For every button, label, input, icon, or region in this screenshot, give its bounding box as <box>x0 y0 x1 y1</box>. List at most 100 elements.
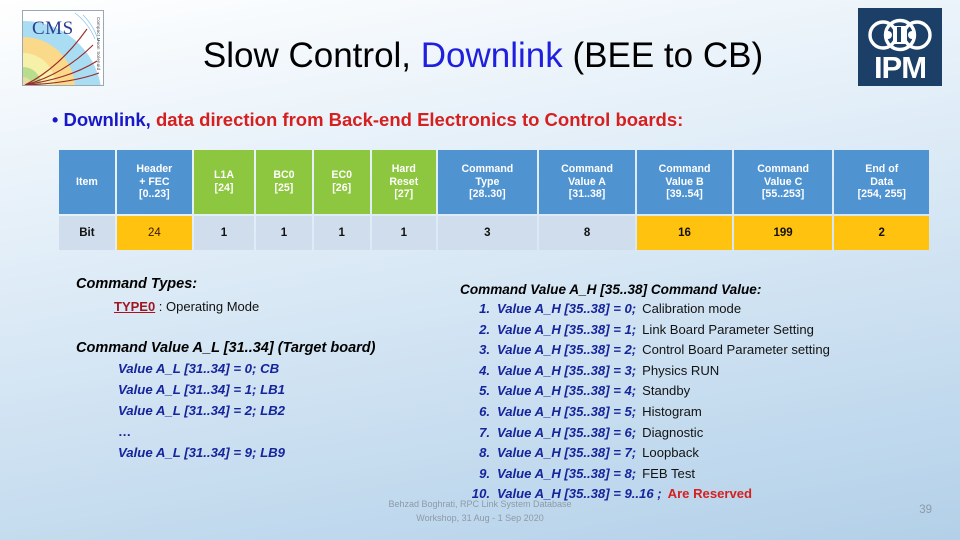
list-item: 1. Value A_H [35..38] = 0; Calibration mod… <box>460 299 960 320</box>
ipm-logo: IPM <box>858 8 942 86</box>
cms-logo-side-caption: Compact Muon Solenoid <box>96 17 101 71</box>
table-column-header-line: Command <box>561 163 613 176</box>
page-number: 39 <box>919 504 932 516</box>
command-value-ah-block: Command Value A_H [35..38] Command Value… <box>460 280 960 505</box>
table-column-header-line: [28..30] <box>469 188 506 201</box>
command-value-ah-list: 1. Value A_H [35..38] = 0; Calibration mod… <box>460 299 960 505</box>
table-column-header-line: [31..38] <box>568 188 606 201</box>
table-cell: 16 <box>637 216 732 250</box>
bit-allocation-table: Item Header + FEC [0..23] L1A [24] BC0 [25] EC0[… <box>57 148 931 252</box>
list-item-code: Value A_H [35..38] = 1; <box>497 321 637 337</box>
table-column-header-line: [39..54] <box>666 188 703 201</box>
table-column-header: End of Data [254, 255] <box>834 150 929 214</box>
list-item-number: 7. <box>479 424 490 440</box>
table-column-header: Item <box>59 150 115 214</box>
list-item-description: Diagnostic <box>642 424 704 440</box>
type0-description: : Operating Mode <box>155 299 260 314</box>
cms-logo-wordmark: CMS <box>32 18 74 39</box>
list-item-code: Value A_H [35..38] = 6; <box>497 424 637 440</box>
list-item-number: 4. <box>479 362 490 378</box>
list-item: 9. Value A_H [35..38] = 8; FEB Test <box>460 464 960 485</box>
table-cell: 3 <box>438 216 537 250</box>
table-column-header-line: [26] <box>332 182 352 194</box>
footer-line-2: Workshop, 31 Aug - 1 Sep 2020 <box>416 512 544 523</box>
table-column-header-line: Command <box>757 163 810 176</box>
table-column-header-line: Value B <box>665 175 704 188</box>
table-column-header-line: Command <box>658 163 711 176</box>
table-column-header-line: [24] <box>214 182 234 194</box>
list-item-number: 3. <box>479 342 490 358</box>
table-column-header-line: EC0 <box>331 169 353 182</box>
table-column-header-line: L1A <box>213 169 234 182</box>
list-item-number: 6. <box>479 403 490 419</box>
table-cell: 1 <box>371 216 436 250</box>
list-item-code: Value A_H [35..38] = 4; <box>497 383 637 399</box>
table-column-header: Command Value B [39..54] <box>637 150 732 214</box>
bullet-red-text: data direction from Back-end Electronics… <box>155 109 684 130</box>
ipm-logo-wordmark: IPM <box>873 50 927 85</box>
list-item-description: Link Board Parameter Setting <box>642 321 814 337</box>
list-item-number: 5. <box>479 383 490 399</box>
table-cell: 8 <box>538 216 636 250</box>
command-value-ah-heading: Command Value A_H [35..38] Command Value… <box>460 282 762 297</box>
command-types-block: Command Types: TYPE0 : Operating Mode Co… <box>76 274 476 463</box>
table-cell: 2 <box>834 216 929 250</box>
list-item: 8. Value A_H [35..38] = 7; Loopback <box>460 443 960 464</box>
table-column-header-line: Hard <box>391 163 416 176</box>
command-value-al-item: Value A_L [31..34] = 2; LB2 <box>118 403 285 418</box>
table-column-header-line: End of <box>865 163 899 176</box>
table-column-header: EC0 [26] <box>313 150 370 214</box>
table-column-header: Command Type [28..30] <box>438 150 537 214</box>
list-item-description: Standby <box>642 383 691 399</box>
page-title-part2: (BEE to CB) <box>562 36 764 75</box>
table-column-header-line: + FEC <box>139 175 170 188</box>
table-column-header-line: Reset <box>389 175 419 188</box>
table-column-header-line: BC0 <box>273 169 295 182</box>
list-item-number: 8. <box>479 445 490 461</box>
list-item-code: Value A_H [35..38] = 8; <box>497 465 637 481</box>
type0-line: TYPE0 : Operating Mode <box>114 297 476 316</box>
command-value-al-heading: Command Value A_L [31..34] (Target board… <box>76 340 376 356</box>
table-column-header: BC0 [25] <box>256 150 312 214</box>
list-item: 6. Value A_H [35..38] = 5; Histogram <box>460 402 960 423</box>
table-column-header-line: [25] <box>274 182 294 194</box>
list-item: 3. Value A_H [35..38] = 2; Control Board P… <box>460 340 960 361</box>
table-column-header: L1A [24] <box>193 150 255 214</box>
table-cell: 199 <box>733 216 833 250</box>
table-column-header-line: Data <box>870 175 894 188</box>
command-value-al-ellipsis: … <box>118 424 132 439</box>
bullet-dot-icon: • <box>52 110 59 130</box>
list-item: 7. Value A_H [35..38] = 6; Diagnostic <box>460 423 960 444</box>
table-column-header-line: [254, 255] <box>857 188 906 201</box>
table-row-label: Bit <box>59 216 115 250</box>
type0-label: TYPE0 <box>114 299 156 314</box>
table-column-header: Command Value A [31..38] <box>538 150 636 214</box>
command-value-al-list: Value A_L [31..34] = 0; CB Value A_L [31.… <box>76 358 476 421</box>
table-column-header: Header + FEC [0..23] <box>116 150 192 214</box>
table-cell: 1 <box>313 216 370 250</box>
page-title-highlight: Downlink <box>420 36 563 75</box>
page-title: Slow Control, Downlink (BEE to CB) <box>118 34 848 78</box>
command-types-heading: Command Types: <box>76 276 198 292</box>
footer-credit: Behzad Boghrati, RPC Link System Databas… <box>270 498 690 525</box>
table-column-header-line: Type <box>475 175 500 188</box>
list-item: 2. Value A_H [35..38] = 1; Link Board Para… <box>460 320 960 341</box>
list-item-code: Value A_H [35..38] = 5; <box>497 403 637 419</box>
list-item-code: Value A_H [35..38] = 3; <box>497 362 637 378</box>
table-column-header-line: Item <box>76 175 98 188</box>
list-item-number: 9. <box>479 465 490 481</box>
command-value-al-item: Value A_L [31..34] = 0; CB <box>118 361 280 376</box>
list-item-description: Loopback <box>642 445 699 461</box>
table-column-header-line: Value C <box>763 175 803 188</box>
bit-allocation-table-wrapper: Item Header + FEC [0..23] L1A [24] BC0 [25] EC0[… <box>57 148 931 252</box>
command-value-al-last: Value A_L [31..34] = 9; LB9 <box>118 445 285 460</box>
table-column-header: Hard Reset [27] <box>371 150 436 214</box>
table-column-header-line: [0..23] <box>139 188 170 201</box>
table-column-header-line: Header <box>136 163 173 176</box>
page-title-part1: Slow Control, <box>202 36 421 75</box>
list-item: 4. Value A_H [35..38] = 3; Physics RUN <box>460 361 960 382</box>
list-item: 5. Value A_H [35..38] = 4; Standby <box>460 381 960 402</box>
list-item-code: Value A_H [35..38] = 2; <box>497 342 637 358</box>
bullet-heading: • Downlink, data direction from Back-end… <box>52 108 922 132</box>
slide-header: CMS Compact Muon Solenoid IPM Slow Contr… <box>0 0 960 96</box>
